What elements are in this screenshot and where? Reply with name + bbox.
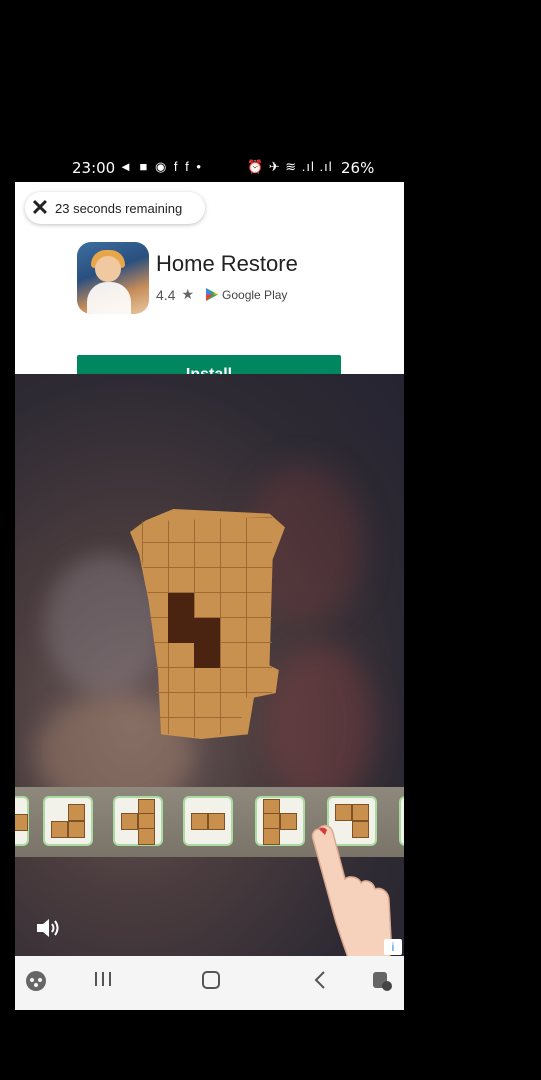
- piece-slot[interactable]: [255, 796, 305, 846]
- google-play-badge: Google Play: [206, 288, 287, 302]
- phone-screen: 23:00 ◄ ■ ◉ f f • ⏰ ✈ ≋ .ıl .ıl 26% ✕ 23…: [15, 150, 404, 1010]
- app-icon[interactable]: [77, 242, 149, 314]
- piece-cell: [68, 804, 85, 821]
- recent-apps-icon[interactable]: [93, 970, 113, 994]
- countdown-text: 23 seconds remaining: [55, 200, 183, 216]
- app-name[interactable]: Home Restore: [156, 251, 298, 277]
- notification-icons: ◄ ■ ◉ f f •: [119, 159, 203, 174]
- countdown-pill: ✕ 23 seconds remaining: [25, 192, 205, 224]
- assistant-touch-icon[interactable]: [371, 970, 393, 998]
- piece-cell: [191, 813, 208, 830]
- piece-slot[interactable]: [183, 796, 233, 846]
- rating-row: 4.4 ★ Google Play: [156, 286, 287, 303]
- status-bar: 23:00 ◄ ■ ◉ f f • ⏰ ✈ ≋ .ıl .ıl 26%: [15, 150, 404, 182]
- back-icon[interactable]: [313, 970, 327, 996]
- empty-cell[interactable]: [194, 618, 220, 643]
- piece-slot[interactable]: [113, 796, 163, 846]
- home-icon[interactable]: [201, 970, 221, 996]
- system-icons: ⏰ ✈ ≋ .ıl .ıl: [247, 159, 333, 174]
- tutorial-hand-pointer: [311, 824, 392, 956]
- game-launcher-icon[interactable]: [25, 970, 47, 998]
- piece-slot[interactable]: [15, 796, 29, 846]
- battery-percent: 26%: [341, 159, 375, 177]
- android-nav-bar: [15, 956, 404, 1010]
- piece-cell: [51, 821, 68, 838]
- piece-cell: [138, 828, 155, 845]
- close-icon[interactable]: ✕: [25, 192, 55, 224]
- game-playable-area[interactable]: i: [15, 374, 404, 956]
- wood-block-board[interactable]: [130, 509, 285, 739]
- empty-cell[interactable]: [168, 618, 194, 643]
- store-label: Google Play: [222, 287, 288, 302]
- character-body: [87, 282, 131, 314]
- star-icon: ★: [181, 286, 195, 302]
- piece-cell: [280, 813, 297, 830]
- piece-cell: [68, 821, 85, 838]
- piece-slot[interactable]: [399, 796, 404, 846]
- piece-cell: [15, 814, 28, 831]
- google-play-icon: [206, 288, 219, 301]
- sound-icon[interactable]: [35, 916, 61, 942]
- piece-cell: [263, 828, 280, 845]
- piece-slot[interactable]: [43, 796, 93, 846]
- status-time: 23:00: [72, 159, 116, 177]
- empty-cell[interactable]: [194, 643, 220, 668]
- empty-cell[interactable]: [168, 593, 194, 618]
- piece-cell: [208, 813, 225, 830]
- ad-info-icon[interactable]: i: [384, 939, 402, 955]
- character-face: [95, 256, 121, 282]
- rating-value: 4.4: [156, 286, 176, 303]
- piece-cell: [121, 813, 138, 830]
- ad-header-card: ✕ 23 seconds remaining Home Restore 4.4 …: [15, 182, 404, 395]
